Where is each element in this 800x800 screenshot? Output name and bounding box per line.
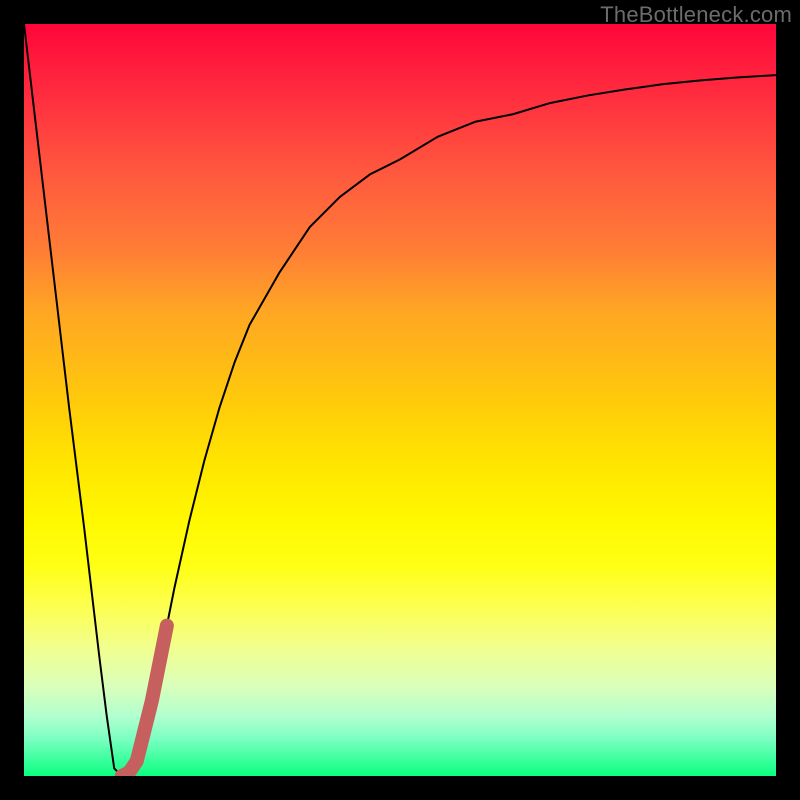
watermark-text: TheBottleneck.com [600,2,792,28]
chart-frame: TheBottleneck.com [0,0,800,800]
accent-segment [122,626,167,776]
chart-overlay [24,24,776,776]
bottleneck-curve [24,24,776,776]
plot-area [24,24,776,776]
